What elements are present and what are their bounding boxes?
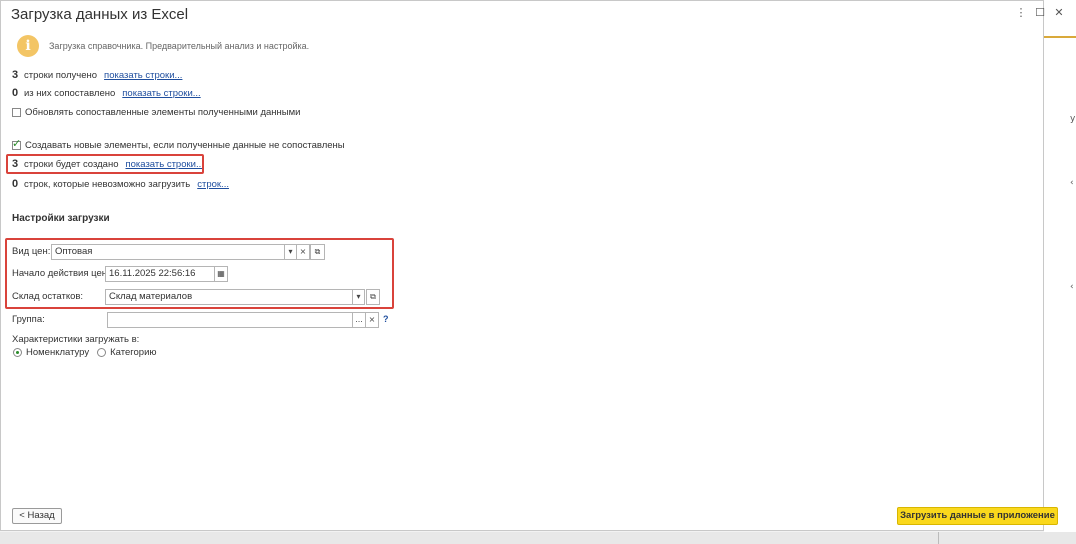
calendar-icon[interactable]: ▦: [214, 266, 228, 282]
clear-icon[interactable]: ×: [296, 244, 310, 260]
background-glyph: ‹: [1070, 178, 1074, 188]
create-checkbox-label[interactable]: Создавать новые элементы, если полученны…: [25, 140, 345, 151]
matched-count: 0: [12, 87, 19, 99]
ellipsis-icon[interactable]: ...: [352, 312, 366, 328]
clear-icon[interactable]: ×: [365, 312, 379, 328]
create-checkbox[interactable]: [12, 137, 21, 150]
to-create-count: 3: [12, 158, 19, 170]
info-icon: i: [17, 35, 39, 57]
create-checkbox-row[interactable]: Создавать новые элементы, если полученны…: [12, 137, 345, 152]
show-matched-link[interactable]: показать строки...: [122, 88, 200, 99]
load-data-button[interactable]: Загрузить данные в приложение: [897, 507, 1058, 525]
failed-count: 0: [12, 178, 19, 190]
group-field[interactable]: [107, 312, 353, 328]
radio-nomenclature-label[interactable]: Номенклатуру: [26, 347, 89, 358]
open-icon[interactable]: ⧉: [366, 289, 380, 305]
received-count: 3: [12, 69, 19, 81]
failed-row: 0 строк, которые невозможно загрузить ст…: [12, 177, 229, 191]
group-label: Группа:: [12, 314, 45, 325]
radio-nomenclature[interactable]: [13, 347, 22, 357]
warehouse-field[interactable]: Склад материалов: [105, 289, 353, 305]
received-row: 3 строки получено показать строки...: [12, 68, 182, 82]
radio-category-label[interactable]: Категорию: [110, 347, 156, 358]
more-icon[interactable]: ⋮: [1013, 5, 1029, 21]
price-start-field[interactable]: 16.11.2025 22:56:16: [105, 266, 215, 282]
update-checkbox-row[interactable]: Обновлять сопоставленные элементы получе…: [12, 105, 300, 119]
matched-label: из них сопоставлено: [24, 87, 116, 99]
characteristics-radio-group: Номенклатуру Категорию: [13, 345, 157, 359]
chevron-down-icon[interactable]: ▾: [352, 289, 365, 305]
settings-heading: Настройки загрузки: [12, 213, 110, 224]
price-type-field[interactable]: Оптовая: [51, 244, 285, 260]
open-icon[interactable]: ⧉: [310, 244, 325, 260]
background-status-strip: [0, 532, 1076, 544]
help-icon[interactable]: ?: [383, 314, 389, 324]
background-accent-strip: [1044, 36, 1076, 38]
update-checkbox-label[interactable]: Обновлять сопоставленные элементы получе…: [25, 107, 300, 118]
dialog-title: Загрузка данных из Excel: [11, 6, 189, 23]
import-dialog: Загрузка данных из Excel ⋮ ☐ ✕ i Загрузк…: [0, 0, 1064, 531]
show-failed-link[interactable]: строк...: [197, 179, 229, 190]
characteristics-label: Характеристики загружать в:: [12, 334, 140, 345]
radio-category[interactable]: [97, 347, 107, 357]
price-start-label: Начало действия цен:: [12, 268, 110, 279]
info-message: Загрузка справочника. Предварительный ан…: [49, 41, 310, 51]
warehouse-label: Склад остатков:: [12, 291, 84, 302]
maximize-icon[interactable]: ☐: [1032, 5, 1048, 21]
background-glyph: у: [1070, 114, 1076, 124]
to-create-row: 3 строки будет создано показать строки..…: [12, 157, 204, 171]
to-create-label: строки будет создано: [24, 158, 119, 170]
close-icon[interactable]: ✕: [1051, 5, 1067, 21]
price-type-label: Вид цен:: [12, 246, 51, 257]
received-label: строки получено: [24, 69, 98, 81]
failed-label: строк, которые невозможно загрузить: [24, 178, 191, 190]
background-window-edge: у ‹ ‹: [1044, 0, 1076, 544]
show-received-link[interactable]: показать строки...: [104, 70, 182, 81]
show-to-create-link[interactable]: показать строки...: [125, 159, 203, 170]
back-button[interactable]: < Назад: [12, 508, 62, 524]
background-glyph: ‹: [1070, 282, 1074, 292]
update-checkbox[interactable]: [12, 107, 21, 117]
matched-row: 0 из них сопоставлено показать строки...: [12, 86, 201, 100]
